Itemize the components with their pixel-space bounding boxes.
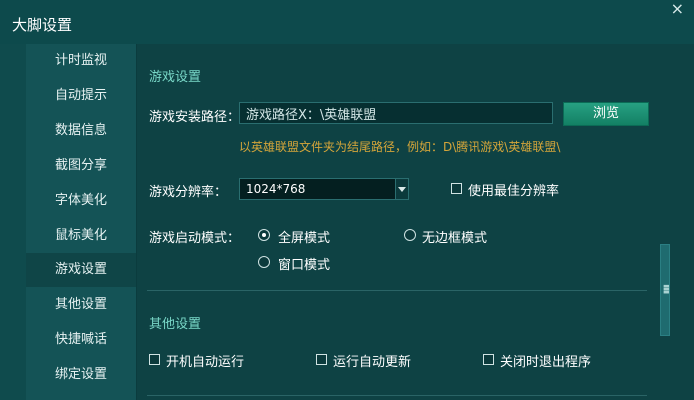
sidebar-item-screenshot-share[interactable]: 截图分享 bbox=[26, 149, 136, 183]
sidebar-item-auto-hint[interactable]: 自动提示 bbox=[26, 79, 136, 113]
title-bar: 大脚设置 × bbox=[0, 0, 694, 44]
resolution-value: 1024*768 bbox=[246, 182, 306, 196]
chevron-down-icon[interactable] bbox=[395, 179, 408, 199]
section-title-game: 游戏设置 bbox=[149, 70, 202, 85]
sidebar-item-font[interactable]: 字体美化 bbox=[26, 184, 136, 218]
fullscreen-radio[interactable] bbox=[258, 229, 270, 241]
sidebar-item-mouse[interactable]: 鼠标美化 bbox=[26, 219, 136, 253]
best-resolution-label: 使用最佳分辨率 bbox=[468, 184, 560, 199]
section-title-other: 其他设置 bbox=[149, 317, 202, 332]
sidebar-item-timer[interactable]: 计时监视 bbox=[26, 44, 136, 78]
sidebar-item-bind-settings[interactable]: 绑定设置 bbox=[26, 358, 136, 392]
install-path-label: 游戏安装路径： bbox=[149, 110, 241, 125]
resolution-select[interactable]: 1024*768 bbox=[239, 178, 409, 200]
scroll-grip-icon: ▬ ▬ ▬ bbox=[663, 282, 670, 296]
close-icon[interactable]: × bbox=[671, 0, 684, 18]
section-divider-bottom bbox=[147, 395, 647, 396]
autostart-label: 开机自动运行 bbox=[166, 355, 245, 370]
borderless-radio[interactable] bbox=[404, 229, 416, 241]
windowed-label: 窗口模式 bbox=[278, 258, 331, 273]
autostart-checkbox[interactable] bbox=[149, 354, 160, 365]
launch-mode-label: 游戏启动模式： bbox=[149, 231, 241, 246]
autoupdate-label: 运行自动更新 bbox=[333, 355, 412, 370]
autoupdate-checkbox[interactable] bbox=[316, 354, 327, 365]
sidebar: 计时监视 自动提示 数据信息 截图分享 字体美化 鼠标美化 游戏设置 其他设置 … bbox=[26, 44, 137, 400]
resolution-label: 游戏分辨率： bbox=[149, 185, 228, 200]
sidebar-item-game-settings[interactable]: 游戏设置 bbox=[26, 253, 136, 287]
best-resolution-checkbox[interactable] bbox=[451, 183, 462, 194]
browse-button[interactable]: 浏览 bbox=[563, 102, 649, 126]
exit-on-close-checkbox[interactable] bbox=[483, 354, 494, 365]
path-hint: 以英雄联盟文件夹为结尾路径，例如：D\腾讯游戏\英雄联盟\ bbox=[239, 140, 561, 154]
settings-panel: 游戏设置 游戏安装路径： 浏览 以英雄联盟文件夹为结尾路径，例如：D\腾讯游戏\… bbox=[137, 44, 694, 400]
exit-on-close-label: 关闭时退出程序 bbox=[500, 355, 592, 370]
borderless-label: 无边框模式 bbox=[422, 231, 488, 246]
windowed-radio[interactable] bbox=[258, 256, 270, 268]
sidebar-item-quick-chat[interactable]: 快捷喊话 bbox=[26, 323, 136, 357]
install-path-input[interactable] bbox=[239, 102, 553, 124]
section-divider bbox=[147, 290, 647, 291]
sidebar-item-data-info[interactable]: 数据信息 bbox=[26, 114, 136, 148]
sidebar-item-other-settings[interactable]: 其他设置 bbox=[26, 288, 136, 322]
fullscreen-label: 全屏模式 bbox=[278, 231, 331, 246]
window-title: 大脚设置 bbox=[12, 16, 73, 34]
